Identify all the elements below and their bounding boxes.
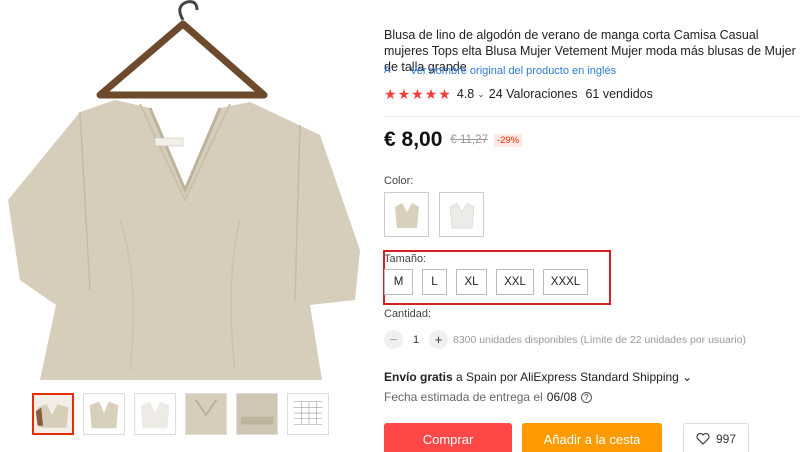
delivery-label: Fecha estimada de entrega el (384, 390, 543, 404)
sold-count: 61 vendidos (585, 87, 653, 101)
size-option-m[interactable]: M (384, 269, 413, 295)
color-label: Color: (384, 175, 414, 187)
main-product-image[interactable] (0, 0, 362, 382)
star-icon: ★ (438, 86, 451, 102)
size-option-xxxl[interactable]: XXXL (543, 269, 588, 295)
delivery-row: Fecha estimada de entrega el 06/08 ? (384, 390, 592, 404)
quantity-label: Cantidad: (384, 308, 432, 320)
size-label: Tamaño: (384, 253, 427, 265)
help-icon[interactable]: ? (580, 391, 592, 403)
thumbnail-1[interactable] (32, 393, 74, 435)
thumbnail-5[interactable] (236, 393, 278, 435)
action-buttons: Comprar Añadir a la cesta 997 (384, 423, 749, 452)
add-to-cart-button[interactable]: Añadir a la cesta (522, 423, 662, 452)
shipping-method[interactable]: a Spain por AliExpress Standard Shipping (453, 370, 682, 384)
thumbnail-4[interactable] (185, 393, 227, 435)
delivery-date: 06/08 (546, 390, 577, 404)
quantity-input[interactable]: 1 (403, 334, 429, 346)
free-shipping-label: Envío gratis (384, 370, 453, 384)
size-option-xxl[interactable]: XXL (496, 269, 534, 295)
thumbnail-3[interactable] (134, 393, 176, 435)
price-row: € 8,00 € 11,27 -29% (384, 128, 523, 152)
rating-row: ★ ★ ★ ★ ★ 4.8 ⌄ 24 Valoraciones 61 vendi… (384, 87, 653, 101)
original-name-link[interactable]: A Ver nombre original del producto en in… (384, 64, 616, 77)
thumbnail-6[interactable] (287, 393, 329, 435)
reviews-link[interactable]: 24 Valoraciones (489, 87, 578, 101)
color-option-beige[interactable] (384, 192, 429, 237)
wishlist-button[interactable]: 997 (683, 423, 749, 452)
original-price: € 11,27 (450, 134, 488, 146)
translate-icon: A (384, 65, 391, 76)
quantity-minus-button[interactable]: − (384, 330, 403, 349)
discount-badge: -29% (493, 133, 523, 147)
star-icon: ★ (384, 86, 397, 102)
chevron-down-icon[interactable]: ⌄ (682, 370, 692, 384)
size-option-xl[interactable]: XL (456, 269, 487, 295)
availability-text: 8300 unidades disponibles (Límite de 22 … (453, 333, 747, 346)
star-icon: ★ (424, 86, 438, 102)
divider (384, 116, 800, 117)
thumbnail-strip (32, 393, 329, 435)
buy-now-button[interactable]: Comprar (384, 423, 512, 452)
rating-stars: ★ ★ ★ ★ ★ (384, 87, 451, 101)
chevron-down-icon[interactable]: ⌄ (477, 89, 485, 100)
size-options: M L XL XXL XXXL (384, 269, 588, 295)
quantity-plus-button[interactable]: + (429, 330, 448, 349)
color-options (384, 192, 484, 237)
original-name-text[interactable]: Ver nombre original del producto en ingl… (410, 65, 616, 77)
star-icon: ★ (397, 86, 411, 102)
thumbnail-2[interactable] (83, 393, 125, 435)
star-icon: ★ (411, 86, 424, 102)
size-option-l[interactable]: L (422, 269, 447, 295)
wishlist-count: 997 (715, 432, 737, 446)
shipping-row: Envío gratis a Spain por AliExpress Stan… (384, 370, 692, 384)
heart-icon (696, 433, 710, 445)
rating-value: 4.8 (456, 87, 475, 101)
color-option-white[interactable] (439, 192, 484, 237)
quantity-stepper: − 1 + 8300 unidades disponibles (Límite … (384, 330, 746, 349)
current-price: € 8,00 (384, 128, 443, 151)
